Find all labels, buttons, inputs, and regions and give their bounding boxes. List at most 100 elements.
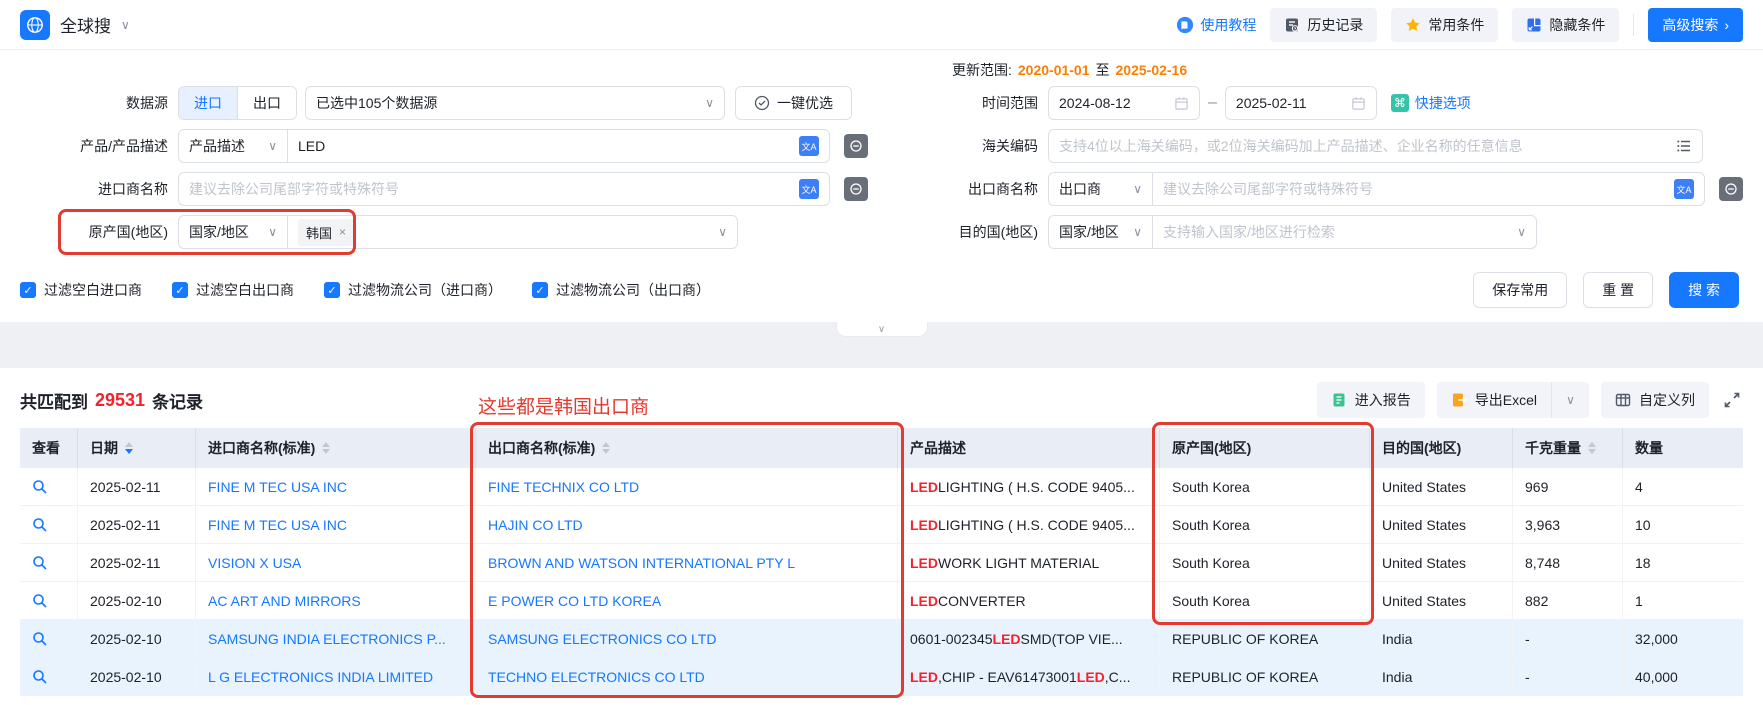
tag-close-icon[interactable]: × [339, 225, 346, 239]
search-filter-panel: 数据源 进口 出口 已选中105个数据源 ∨ 一键优选 产品/产品描述 产品描述 [0, 50, 1763, 322]
destination-input-box[interactable]: ∨ [1152, 215, 1537, 249]
exclude-filter-icon[interactable] [844, 177, 868, 201]
filter-checkbox[interactable]: ✓过滤空白出口商 [172, 280, 294, 300]
quick-options-link[interactable]: ⌘ 快捷选项 [1391, 93, 1471, 113]
importer-link[interactable]: FINE M TEC USA INC [208, 479, 347, 495]
translate-icon[interactable]: 文A [799, 136, 819, 156]
quantity-cell: 18 [1623, 544, 1743, 581]
exporter-cell: HAJIN CO LTD [476, 506, 898, 543]
product-keyword: LED [910, 555, 938, 571]
exporter-link[interactable]: SAMSUNG ELECTRONICS CO LTD [488, 631, 716, 647]
col-header-qty[interactable]: 数量 [1623, 428, 1743, 468]
col-header-view[interactable]: 查看 [20, 428, 78, 468]
collapse-panel-tab[interactable]: ∨ [836, 322, 928, 337]
importer-link[interactable]: L G ELECTRONICS INDIA LIMITED [208, 669, 433, 685]
quantity-cell: 40,000 [1623, 658, 1743, 695]
product-text: SMD(TOP VIE... [1021, 631, 1123, 647]
checkbox-checked-icon: ✓ [172, 282, 188, 298]
list-icon[interactable] [1676, 138, 1692, 154]
product-keyword: LED [910, 669, 938, 685]
calendar-icon [1351, 96, 1366, 111]
custom-columns-button[interactable]: 自定义列 [1601, 382, 1709, 418]
exporter-link[interactable]: TECHNO ELECTRONICS CO LTD [488, 669, 705, 685]
divider [1633, 14, 1634, 36]
hide-conditions-button[interactable]: 隐藏条件 [1512, 8, 1619, 42]
columns-icon [1615, 392, 1631, 408]
chevron-down-icon[interactable]: ∨ [121, 19, 130, 31]
product-type-select[interactable]: 产品描述 ∨ [178, 129, 288, 163]
hide-conditions-icon [1526, 17, 1542, 33]
col-header-destination[interactable]: 目的国(地区) [1370, 428, 1513, 468]
tab-export[interactable]: 出口 [237, 87, 296, 119]
fullscreen-expand-icon[interactable] [1721, 391, 1743, 409]
col-header-product[interactable]: 产品描述 [898, 428, 1160, 468]
tutorial-link[interactable]: 使用教程 [1176, 15, 1256, 35]
product-description-input[interactable] [298, 138, 799, 154]
exporter-type-select[interactable]: 出口商 ∨ [1048, 172, 1153, 206]
export-options-caret[interactable]: ∨ [1551, 382, 1589, 418]
exporter-link[interactable]: BROWN AND WATSON INTERNATIONAL PTY L [488, 555, 795, 571]
view-magnifier-icon[interactable] [32, 517, 48, 533]
view-magnifier-icon[interactable] [32, 479, 48, 495]
translate-icon[interactable]: 文A [799, 179, 819, 199]
hs-code-input[interactable] [1059, 138, 1676, 154]
app-switcher[interactable]: 全球搜 ∨ [20, 10, 130, 40]
export-excel-group: 导出Excel ∨ [1437, 382, 1589, 418]
view-magnifier-icon[interactable] [32, 631, 48, 647]
export-excel-button[interactable]: 导出Excel [1437, 382, 1551, 418]
col-header-weight[interactable]: 千克重量 [1513, 428, 1623, 468]
tab-import[interactable]: 进口 [179, 87, 237, 119]
weight-cell: 882 [1513, 582, 1623, 619]
exclude-filter-icon[interactable] [1719, 177, 1743, 201]
translate-icon[interactable]: 文A [1674, 179, 1694, 199]
search-button[interactable]: 搜 索 [1669, 272, 1739, 308]
exporter-link[interactable]: FINE TECHNIX CO LTD [488, 479, 639, 495]
importer-cell: SAMSUNG INDIA ELECTRONICS P... [196, 620, 476, 657]
results-panel: 共匹配到 29531 条记录 进入报告 导出Excel ∨ 自定义列 [0, 368, 1763, 705]
exporter-link[interactable]: E POWER CO LTD KOREA [488, 593, 661, 609]
importer-link[interactable]: VISION X USA [208, 555, 301, 571]
trade-direction-tabs: 进口 出口 [178, 86, 297, 120]
col-header-origin[interactable]: 原产国(地区) [1160, 428, 1370, 468]
advanced-search-button[interactable]: 高级搜索 › [1648, 8, 1743, 42]
importer-link[interactable]: FINE M TEC USA INC [208, 517, 347, 533]
col-header-date[interactable]: 日期 [78, 428, 196, 468]
save-favorite-button[interactable]: 保存常用 [1473, 272, 1567, 308]
data-source-select[interactable]: 已选中105个数据源 ∨ [305, 86, 725, 120]
sort-control[interactable] [125, 442, 133, 454]
origin-value-box[interactable]: 韩国 × ∨ [287, 215, 738, 249]
sort-control[interactable] [322, 442, 330, 454]
filter-checkbox[interactable]: ✓过滤物流公司（出口商） [532, 280, 710, 300]
exporter-name-input[interactable] [1163, 181, 1674, 197]
importer-link[interactable]: AC ART AND MIRRORS [208, 593, 361, 609]
origin-type-select[interactable]: 国家/地区 ∨ [178, 215, 288, 249]
exporter-cell: E POWER CO LTD KOREA [476, 582, 898, 619]
date-cell: 2025-02-10 [78, 658, 196, 695]
col-header-exporter[interactable]: 出口商名称(标准) [476, 428, 898, 468]
end-date-input[interactable]: 2025-02-11 [1225, 86, 1377, 120]
col-header-importer[interactable]: 进口商名称(标准) [196, 428, 476, 468]
exporter-link[interactable]: HAJIN CO LTD [488, 517, 583, 533]
one-click-optimize-button[interactable]: 一键优选 [735, 86, 852, 120]
reset-button[interactable]: 重 置 [1583, 272, 1653, 308]
importer-name-input[interactable] [189, 181, 799, 197]
star-icon [1405, 17, 1421, 33]
sort-control[interactable] [602, 442, 610, 454]
filter-checkbox[interactable]: ✓过滤物流公司（进口商） [324, 280, 502, 300]
view-magnifier-icon[interactable] [32, 593, 48, 609]
filter-checkbox[interactable]: ✓过滤空白进口商 [20, 280, 142, 300]
destination-type-select[interactable]: 国家/地区 ∨ [1048, 215, 1153, 249]
destination-country-input[interactable] [1163, 224, 1517, 240]
favorite-conditions-button[interactable]: 常用条件 [1391, 8, 1498, 42]
enter-report-button[interactable]: 进入报告 [1317, 382, 1425, 418]
sort-control[interactable] [1588, 442, 1596, 454]
importer-link[interactable]: SAMSUNG INDIA ELECTRONICS P... [208, 631, 446, 647]
destination-cell: United States [1370, 468, 1513, 505]
view-magnifier-icon[interactable] [32, 555, 48, 571]
tutorial-icon [1176, 16, 1194, 34]
view-magnifier-icon[interactable] [32, 669, 48, 685]
history-button[interactable]: 历史记录 [1270, 8, 1377, 42]
sort-desc-icon [1588, 449, 1596, 454]
exclude-filter-icon[interactable] [844, 134, 868, 158]
start-date-input[interactable]: 2024-08-12 [1048, 86, 1200, 120]
